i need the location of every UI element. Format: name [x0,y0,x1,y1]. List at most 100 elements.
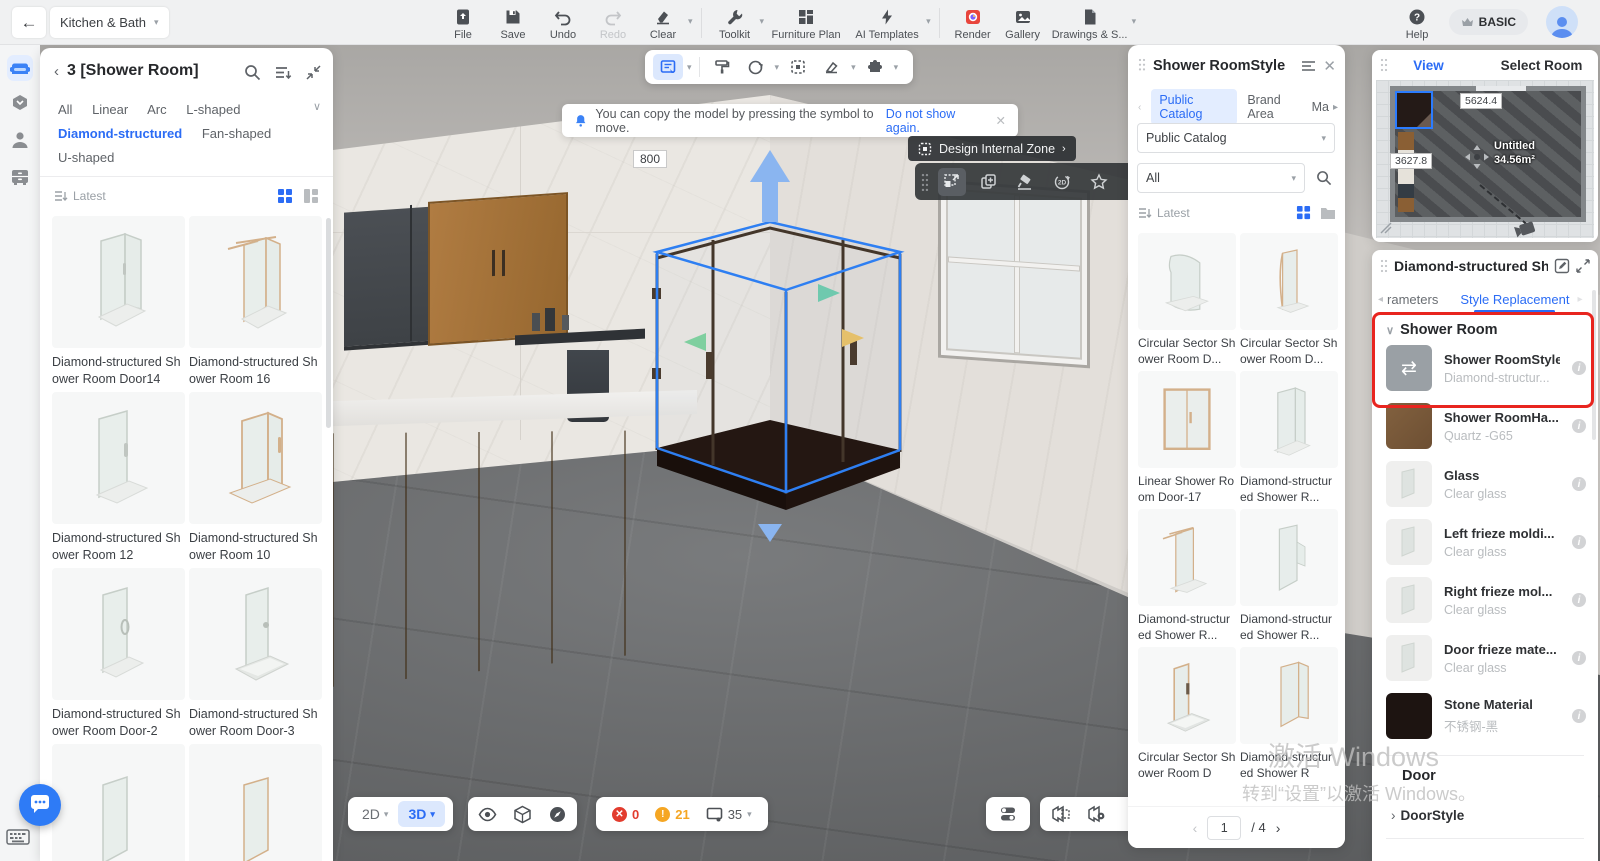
catalog-item[interactable]: Diamond-structured Shower Room 16 [189,216,322,388]
catalog-item[interactable]: Diamond-structured Shower Room Door-2 [52,568,185,740]
warning-counter[interactable]: ! 21 [647,807,697,822]
material-replace-tool[interactable] [741,54,771,80]
sort-label[interactable]: Latest [1157,206,1190,220]
scrollbar[interactable] [1592,290,1596,440]
render-button[interactable]: Render [948,2,998,41]
section-door[interactable]: Door [1402,768,1436,784]
toolkit-button[interactable]: Toolkit [710,2,760,41]
minimap-selected-model[interactable] [1395,91,1433,129]
style-item[interactable]: Linear Shower Room Door-17 [1138,371,1236,505]
tabs-scroll-left-icon[interactable]: ‹ [1138,102,1141,113]
info-icon[interactable]: i [1572,593,1586,607]
style-item[interactable]: Diamond-structured Shower R... [1138,509,1236,643]
style-item[interactable]: Diamond-structured Shower R [1240,647,1338,781]
list-view-icon[interactable] [303,188,319,204]
redo-button[interactable]: Redo [588,2,638,41]
tab-style-replacement[interactable]: Style Replacement [1460,292,1569,307]
do-not-show-link[interactable]: Do not show again. [886,107,982,135]
next-page-icon[interactable]: › [1276,820,1281,836]
filter-all[interactable]: All [58,102,72,117]
scale-tool[interactable] [938,168,966,196]
save-button[interactable]: Save [488,2,538,41]
chat-support-button[interactable] [19,784,61,826]
sort-label[interactable]: Latest [73,189,106,203]
catalog-item[interactable]: Diamond-structured Shower Room 10 [189,392,322,564]
window[interactable] [938,180,1090,369]
material-row[interactable]: Right frieze mol... Clear glass i [1386,576,1586,624]
grid-view-icon[interactable] [277,188,293,204]
catalog-item-partial[interactable] [189,744,322,861]
folder-view-icon[interactable] [1320,206,1336,220]
material-row[interactable]: ⇄ Shower RoomStyle Diamond-structur... i [1386,344,1586,392]
scrollbar[interactable] [326,218,331,428]
style-item[interactable]: Diamond-structured Shower R... [1240,509,1338,643]
drag-handle-icon[interactable] [1380,259,1388,273]
tabs-scroll-left-icon[interactable]: ◂ [1378,294,1383,305]
minimap-camera-icon[interactable] [1514,218,1540,238]
select-region-tool[interactable] [783,54,813,80]
prev-page-icon[interactable]: ‹ [1193,820,1198,836]
material-row[interactable]: Door frieze mate... Clear glass i [1386,634,1586,682]
chevron-down-icon[interactable]: ▾ [1132,16,1137,27]
sort-icon[interactable] [54,190,68,202]
shower-enclosure-selection[interactable] [600,140,970,580]
filter-linear[interactable]: Linear [92,102,128,117]
material-row[interactable]: Glass Clear glass i [1386,460,1586,508]
minimap-resize-icon[interactable] [1380,222,1392,234]
collapse-icon[interactable] [306,65,321,80]
filter-fan-shaped[interactable]: Fan-shaped [202,126,271,141]
error-counter[interactable]: ✕ 0 [604,807,647,822]
search-icon[interactable] [1316,170,1332,186]
expand-icon[interactable] [1576,259,1590,273]
drag-handle-icon[interactable] [1380,58,1388,72]
plugins-tool[interactable] [860,54,890,80]
section-shower-room[interactable]: ∨Shower Room [1386,322,1498,338]
model-list-tool[interactable] [653,54,683,80]
tab-view[interactable]: View [1372,58,1485,73]
filter-l-shaped[interactable]: L-shaped [186,102,240,117]
help-button[interactable]: ? Help [1392,2,1442,41]
chevron-down-icon[interactable]: ▾ [894,62,899,73]
keyboard-shortcuts-icon[interactable] [6,828,30,851]
chevron-down-icon[interactable]: ∨ [313,100,321,113]
close-icon[interactable]: ✕ [996,113,1006,128]
info-icon[interactable]: i [1572,419,1586,433]
clear-button[interactable]: Clear [638,2,688,41]
catalog-item[interactable]: Diamond-structured Shower Room 12 [52,392,185,564]
sort-icon[interactable] [1138,207,1152,219]
format-painter-tool[interactable] [707,54,737,80]
style-item[interactable]: Diamond-structured Shower R... [1240,371,1338,505]
filter-arc[interactable]: Arc [147,102,167,117]
drag-handle-icon[interactable] [1138,58,1146,74]
rotate-2d-tool[interactable]: 2D [1048,168,1076,196]
tab-ma[interactable]: Ma [1312,100,1329,114]
door-style-group[interactable]: ›DoorStyle [1391,808,1464,823]
visibility-eye-icon[interactable] [478,805,497,824]
rail-profile-icon[interactable] [7,127,33,153]
chevron-down-icon[interactable]: ▾ [926,16,931,27]
chevron-down-icon[interactable]: ▾ [851,62,856,73]
tabs-scroll-right-icon[interactable]: ▸ [1577,294,1582,305]
chevron-down-icon[interactable]: ▾ [687,62,692,73]
filter-u-shaped[interactable]: U-shaped [58,150,114,165]
filter-diamond-structured[interactable]: Diamond-structured [58,126,182,141]
back-button[interactable]: ← [12,7,46,38]
page-input[interactable] [1207,816,1241,840]
ai-templates-button[interactable]: AI Templates [848,2,926,41]
drag-handle-icon[interactable] [921,173,929,191]
plan-badge[interactable]: BASIC [1449,9,1528,35]
rail-furniture-icon[interactable] [7,55,33,81]
material-brush-tool[interactable] [1011,168,1039,196]
filter-icon[interactable] [275,65,292,80]
catalog-item[interactable]: Diamond-structured Shower Room Door14 [52,216,185,388]
close-icon[interactable]: ✕ [1323,57,1336,75]
workspace-select[interactable]: Kitchen & Bath ▾ [50,7,169,38]
mode-2d-button[interactable]: 2D▾ [352,806,398,822]
grid-view-icon[interactable] [1296,205,1311,220]
minimap[interactable]: 5624.4 3627.8 Untitled 34.56m² [1376,80,1594,238]
catalog-item[interactable]: Diamond-structured Shower Room Door-3 [189,568,322,740]
material-row[interactable]: Shower RoomHa... Quartz -G65 i [1386,402,1586,450]
style-item[interactable]: Circular Sector Shower Room D [1138,647,1236,781]
undo-button[interactable]: Undo [538,2,588,41]
info-icon[interactable]: i [1572,361,1586,375]
